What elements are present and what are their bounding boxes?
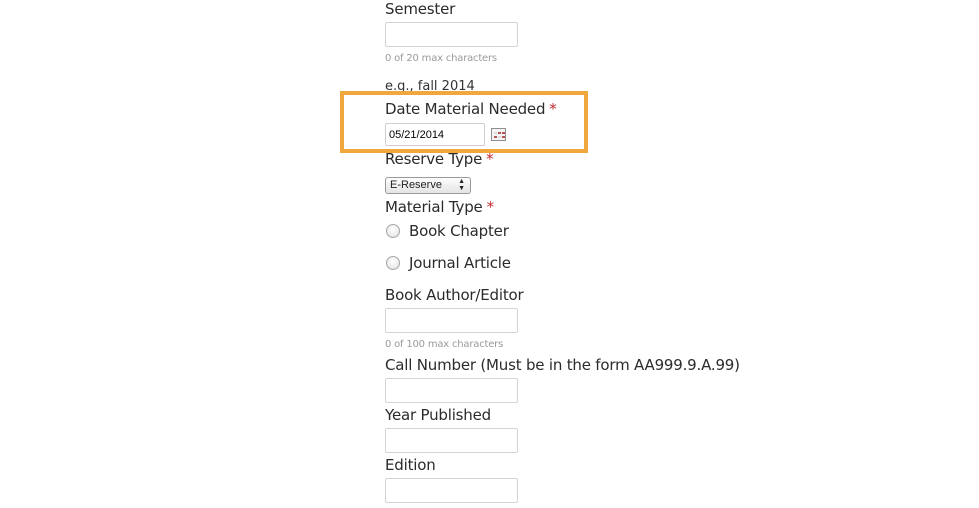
up-down-arrows-icon: ▲ ▼ xyxy=(458,178,465,192)
edition-label: Edition xyxy=(385,456,436,474)
semester-label: Semester xyxy=(385,0,456,18)
material-type-label: Material Type * xyxy=(385,198,494,216)
required-marker: * xyxy=(486,198,495,216)
semester-input[interactable] xyxy=(385,22,518,47)
journal-article-radio[interactable] xyxy=(386,256,400,270)
call-number-input[interactable] xyxy=(385,378,518,403)
reserve-request-form: Semester 0 of 20 max characters e.g., fa… xyxy=(385,0,979,508)
call-number-label: Call Number (Must be in the form AA999.9… xyxy=(385,356,740,374)
book-author-label: Book Author/Editor xyxy=(385,286,524,304)
reserve-type-selected-value: E-Reserve xyxy=(390,179,442,191)
material-type-label-text: Material Type xyxy=(385,198,483,216)
book-chapter-radio[interactable] xyxy=(386,224,400,238)
book-author-input[interactable] xyxy=(385,308,518,333)
year-published-label: Year Published xyxy=(385,406,491,424)
book-chapter-option-label[interactable]: Book Chapter xyxy=(409,222,509,240)
edition-input[interactable] xyxy=(385,478,518,503)
semester-character-counter: 0 of 20 max characters xyxy=(385,53,497,64)
book-author-character-counter: 0 of 100 max characters xyxy=(385,339,504,350)
journal-article-option-label[interactable]: Journal Article xyxy=(409,254,511,272)
highlight-box xyxy=(340,91,588,153)
year-published-input[interactable] xyxy=(385,428,518,453)
reserve-type-select[interactable]: E-Reserve ▲ ▼ xyxy=(385,177,471,194)
